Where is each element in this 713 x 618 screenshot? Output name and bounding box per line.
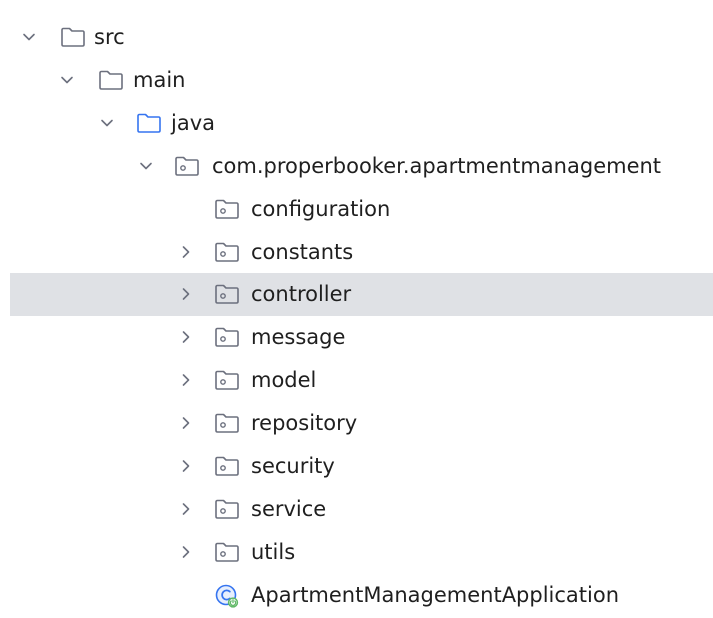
chevron-down-icon[interactable] [139,159,153,173]
tree-node-configuration[interactable]: configuration [10,188,713,231]
tree-node-application-class[interactable]: ApartmentManagementApplication [10,574,713,617]
tree-node-constants[interactable]: constants [10,231,713,274]
tree-node-src[interactable]: src [10,16,713,59]
tree-node-label: message [251,325,346,349]
tree-node-label: src [94,25,125,49]
chevron-right-icon[interactable] [179,373,193,387]
tree-node-label: constants [251,240,354,264]
package-folder-icon [215,499,239,519]
tree-node-label: security [251,454,335,478]
chevron-down-icon[interactable] [60,73,74,87]
chevron-right-icon[interactable] [179,287,193,301]
tree-node-label: repository [251,411,358,435]
tree-node-label: utils [251,540,296,564]
tree-node-java[interactable]: java [10,102,713,145]
package-folder-icon [215,542,239,562]
tree-node-label: configuration [251,197,391,221]
chevron-right-icon[interactable] [179,330,193,344]
package-folder-icon [215,370,239,390]
source-root-folder-icon [137,113,161,133]
package-folder-icon [215,242,239,262]
package-folder-icon [175,156,199,176]
tree-node-label: service [251,497,327,521]
tree-node-label: model [251,368,317,392]
package-folder-icon [215,413,239,433]
spring-boot-class-icon [215,584,239,608]
chevron-right-icon[interactable] [179,459,193,473]
package-folder-icon [215,456,239,476]
chevron-right-icon[interactable] [179,502,193,516]
tree-node-security[interactable]: security [10,445,713,488]
chevron-right-icon[interactable] [179,245,193,259]
tree-node-repository[interactable]: repository [10,402,713,445]
tree-node-label: main [133,68,186,92]
tree-node-label: java [171,111,215,135]
package-folder-icon [215,284,239,304]
chevron-down-icon[interactable] [100,116,114,130]
tree-node-label: controller [251,282,352,306]
package-folder-icon [215,199,239,219]
chevron-down-icon[interactable] [22,30,36,44]
tree-node-label: ApartmentManagementApplication [251,583,620,607]
chevron-right-icon[interactable] [179,416,193,430]
folder-icon [99,70,123,90]
chevron-right-icon[interactable] [179,545,193,559]
tree-node-package[interactable]: com.properbooker.apartmentmanagement [10,145,713,188]
tree-node-utils[interactable]: utils [10,531,713,574]
tree-node-message[interactable]: message [10,316,713,359]
tree-node-label: com.properbooker.apartmentmanagement [212,154,662,178]
tree-node-service[interactable]: service [10,488,713,531]
tree-node-controller[interactable]: controller [10,273,713,316]
project-tree: src main java com.properbooker.apartment… [0,0,713,618]
tree-node-main[interactable]: main [10,59,713,102]
folder-icon [61,27,85,47]
package-folder-icon [215,327,239,347]
tree-node-model[interactable]: model [10,359,713,402]
